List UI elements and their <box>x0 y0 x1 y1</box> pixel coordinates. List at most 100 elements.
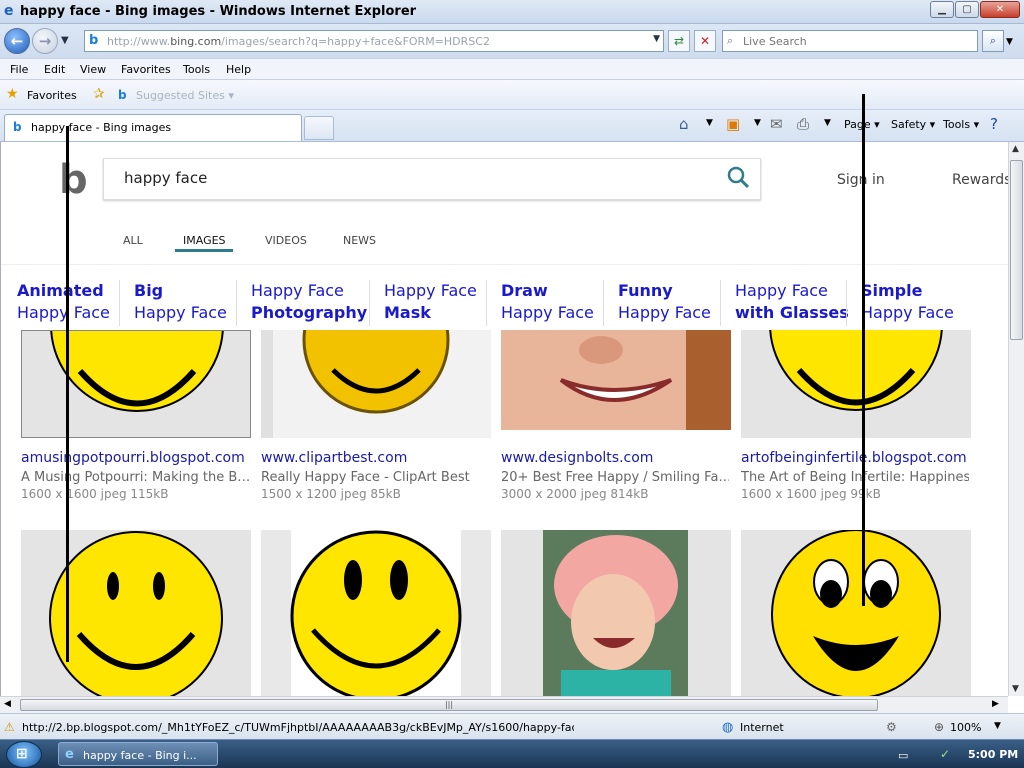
image-result-1[interactable] <box>21 330 251 438</box>
chip-divider <box>603 280 604 326</box>
scope-videos[interactable]: VIDEOS <box>265 234 307 247</box>
sign-in-link[interactable]: Sign in <box>837 172 885 188</box>
home-icon[interactable]: ⌂ <box>679 115 689 133</box>
result-1-title[interactable]: A Musing Potpourri: Making the B… <box>21 470 249 485</box>
chip-animated[interactable]: Animated Happy Face <box>17 280 110 324</box>
menu-help[interactable]: Help <box>226 63 251 76</box>
protected-mode-icon[interactable]: ⚙ <box>886 720 897 734</box>
image-result-3[interactable] <box>501 330 731 430</box>
address-url: http://www.bing.com/images/search?q=happ… <box>107 35 490 48</box>
forward-button[interactable]: → <box>32 28 58 54</box>
horizontal-scrollbar[interactable]: ◀ ||| ▶ <box>0 696 1008 713</box>
bing-search-query[interactable]: happy face <box>124 169 207 187</box>
scope-all[interactable]: ALL <box>123 234 143 247</box>
vertical-scroll-thumb[interactable] <box>1010 160 1023 340</box>
smiley-image <box>741 330 971 438</box>
read-mail-icon[interactable]: ✉ <box>770 115 783 133</box>
chip-simple[interactable]: Simple Happy Face <box>861 280 954 324</box>
bing-search-icon[interactable] <box>726 165 750 189</box>
result-3-site[interactable]: www.designbolts.com <box>501 450 653 466</box>
scroll-up-icon[interactable]: ▲ <box>1012 144 1019 154</box>
maximize-button[interactable]: ▢ <box>955 1 979 18</box>
smiley-button-image <box>261 330 491 438</box>
scroll-right-icon[interactable]: ▶ <box>992 699 999 709</box>
new-tab-button[interactable] <box>304 116 334 140</box>
result-1-meta: 1600 x 1600 jpeg 115kB <box>21 487 169 501</box>
zoom-level[interactable]: 100% <box>950 721 981 734</box>
menu-edit[interactable]: Edit <box>44 63 65 76</box>
chip-divider <box>119 280 120 326</box>
taskbar-ie-button[interactable]: e happy face - Bing i... <box>58 742 218 766</box>
keyboard-tray-icon[interactable]: ▭ <box>898 749 908 762</box>
menu-tools[interactable]: Tools <box>183 63 210 76</box>
status-bar: ⚠ http://2.bp.blogspot.com/_Mh1tYFoEZ_c/… <box>0 713 1024 739</box>
search-go-button[interactable]: ⌕ <box>982 30 1004 52</box>
search-options-dropdown-icon[interactable]: ▼ <box>1006 37 1013 47</box>
chip-with-glasses[interactable]: Happy Face with Glasses <box>735 280 849 324</box>
chip-photography[interactable]: Happy Face Photography <box>251 280 367 324</box>
laughing-girl-photo <box>501 530 731 696</box>
chip-funny[interactable]: Funny Happy Face <box>618 280 711 324</box>
menu-file[interactable]: File <box>10 63 28 76</box>
tab-label: happy face - Bing images <box>31 121 172 134</box>
menu-favorites[interactable]: Favorites <box>121 63 171 76</box>
image-result-6[interactable] <box>261 530 491 696</box>
tab-bing-images[interactable]: b happy face - Bing images <box>4 114 302 141</box>
scope-news[interactable]: NEWS <box>343 234 376 247</box>
result-4-title[interactable]: The Art of Being Infertile: Happiness <box>741 470 969 485</box>
favorites-button[interactable]: Favorites <box>27 89 77 102</box>
warning-icon: ⚠ <box>4 720 15 734</box>
vertical-scrollbar[interactable]: ▲ ▼ <box>1008 142 1024 696</box>
result-2-meta: 1500 x 1200 jpeg 85kB <box>261 487 401 501</box>
recent-pages-dropdown-icon[interactable]: ▼ <box>61 35 69 46</box>
chip-draw[interactable]: Draw Happy Face <box>501 280 594 324</box>
bing-logo-icon[interactable]: b <box>59 160 89 200</box>
menu-view[interactable]: View <box>80 63 106 76</box>
scroll-down-icon[interactable]: ▼ <box>1012 684 1019 694</box>
result-3-title[interactable]: 20+ Best Free Happy / Smiling Fa… <box>501 470 729 485</box>
image-result-2[interactable] <box>261 330 491 438</box>
image-result-4[interactable] <box>741 330 971 438</box>
start-button[interactable]: ⊞ <box>6 741 42 768</box>
scope-images[interactable]: IMAGES <box>183 234 226 247</box>
address-bar[interactable]: b http://www.bing.com/images/search?q=ha… <box>84 30 664 52</box>
live-search-input[interactable] <box>743 33 973 49</box>
feeds-icon[interactable]: ▣ <box>726 115 740 133</box>
result-2-site[interactable]: www.clipartbest.com <box>261 450 407 466</box>
print-dropdown-icon[interactable]: ▼ <box>824 118 831 128</box>
chip-mask[interactable]: Happy Face Mask <box>384 280 477 324</box>
result-3-meta: 3000 x 2000 jpeg 814kB <box>501 487 649 501</box>
chip-big[interactable]: Big Happy Face <box>134 280 227 324</box>
result-2-title[interactable]: Really Happy Face - ClipArt Best <box>261 470 489 485</box>
feeds-dropdown-icon[interactable]: ▼ <box>754 118 761 128</box>
result-1-site[interactable]: amusingpotpourri.blogspot.com <box>21 450 245 466</box>
network-tray-icon[interactable]: ✓ <box>940 747 950 761</box>
favorites-star-icon[interactable]: ★ <box>6 86 19 102</box>
bing-search-box[interactable]: happy face <box>103 158 761 200</box>
scroll-left-icon[interactable]: ◀ <box>4 699 11 709</box>
zoom-icon[interactable]: ⊕ <box>934 720 944 734</box>
chip-divider <box>846 280 847 326</box>
safety-menu[interactable]: Safety ▾ <box>891 118 935 131</box>
add-to-favorites-icon[interactable]: ✰ <box>93 86 105 102</box>
stop-icon[interactable]: ✕ <box>694 30 716 52</box>
address-dropdown-icon[interactable]: ▼ <box>653 34 660 44</box>
image-result-5[interactable] <box>21 530 251 696</box>
rewards-link[interactable]: Rewards <box>952 172 1008 188</box>
home-dropdown-icon[interactable]: ▼ <box>706 118 713 128</box>
compatibility-view-icon[interactable]: ⇄ <box>668 30 690 52</box>
minimize-button[interactable]: ▁ <box>930 1 954 18</box>
print-icon[interactable]: ⎙ <box>797 115 809 133</box>
horizontal-scroll-thumb[interactable]: ||| <box>20 699 878 711</box>
image-result-8[interactable] <box>741 530 971 696</box>
clock[interactable]: 5:00 PM <box>968 748 1018 761</box>
image-result-7[interactable] <box>501 530 731 696</box>
zoom-dropdown-icon[interactable]: ▼ <box>994 721 1001 731</box>
result-4-site[interactable]: artofbeinginfertile.blogspot.com <box>741 450 967 466</box>
close-button[interactable]: ✕ <box>980 1 1020 18</box>
back-button[interactable]: ← <box>4 28 30 54</box>
suggested-sites-button[interactable]: Suggested Sites ▾ <box>136 89 234 102</box>
help-icon[interactable]: ? <box>990 115 998 133</box>
security-zone[interactable]: Internet <box>740 721 784 734</box>
tools-menu[interactable]: Tools ▾ <box>943 118 979 131</box>
